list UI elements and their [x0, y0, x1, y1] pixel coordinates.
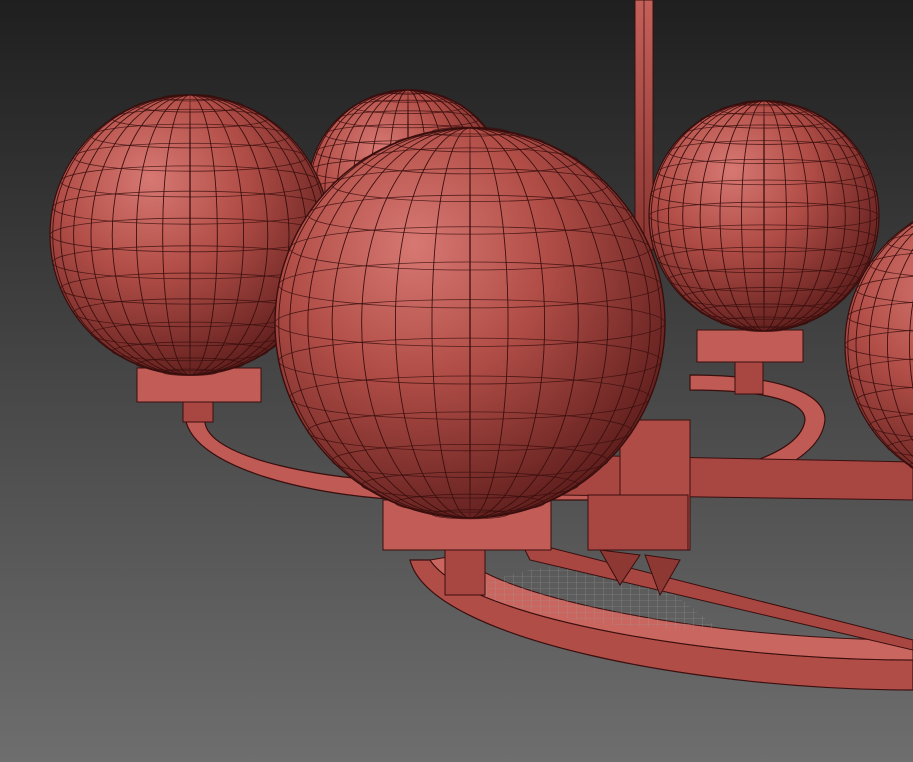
viewport-canvas: [0, 0, 913, 762]
globe-front: [274, 126, 666, 520]
3d-viewport[interactable]: [0, 0, 913, 762]
globe-right-back: [648, 100, 880, 332]
